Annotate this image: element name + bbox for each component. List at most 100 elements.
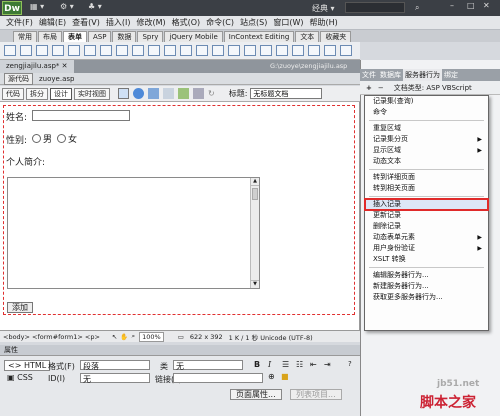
menu-window[interactable]: 窗口(W) bbox=[273, 17, 303, 28]
textarea-icon[interactable] bbox=[52, 45, 64, 56]
remove-behavior-icon[interactable]: − bbox=[378, 84, 384, 92]
check-browser-icon[interactable] bbox=[193, 88, 204, 99]
help-icon[interactable]: ? bbox=[348, 360, 352, 368]
gear-icon[interactable]: ⚙ ▾ bbox=[60, 2, 74, 11]
add-submit-button[interactable]: 添加 bbox=[7, 302, 33, 313]
browser-preview-icon[interactable] bbox=[133, 88, 144, 99]
spry-select-icon[interactable] bbox=[292, 45, 304, 56]
code-view-button[interactable]: 代码 bbox=[2, 87, 24, 100]
intro-textarea[interactable]: ▲ ▼ bbox=[7, 177, 260, 289]
male-radio[interactable] bbox=[32, 134, 41, 143]
radio-icon[interactable] bbox=[100, 45, 112, 56]
live-view-button[interactable]: 实时视图 bbox=[74, 87, 110, 100]
fieldset-icon[interactable] bbox=[228, 45, 240, 56]
tab-common[interactable]: 常用 bbox=[13, 31, 37, 42]
female-radio[interactable] bbox=[57, 134, 66, 143]
ordered-list-icon[interactable]: ☷ bbox=[296, 360, 303, 369]
file-management-icon[interactable] bbox=[148, 88, 159, 99]
hand-tool-icon[interactable]: ✋ bbox=[120, 333, 128, 341]
validate-icon[interactable] bbox=[178, 88, 189, 99]
page-properties-button[interactable]: 页面属性... bbox=[230, 389, 282, 400]
name-input[interactable] bbox=[32, 110, 130, 121]
menu-item[interactable]: 命令 bbox=[365, 107, 488, 118]
spry-validation-icon[interactable] bbox=[244, 45, 256, 56]
scroll-down-icon[interactable]: ▼ bbox=[251, 280, 259, 288]
tab-data[interactable]: 数据 bbox=[112, 31, 137, 42]
close-tab-icon[interactable]: ✕ bbox=[62, 62, 68, 70]
zoom-select[interactable]: 100% bbox=[139, 331, 164, 342]
button-icon[interactable] bbox=[196, 45, 208, 56]
menu-item[interactable]: 动态文本 bbox=[365, 156, 488, 167]
class-select[interactable]: 无 bbox=[173, 360, 243, 371]
maximize-icon[interactable]: □ bbox=[467, 1, 475, 10]
point-to-file-icon[interactable]: ⊕ bbox=[268, 372, 275, 381]
outdent-icon[interactable]: ⇤ bbox=[310, 360, 317, 369]
scroll-thumb[interactable] bbox=[252, 188, 258, 200]
menu-edit[interactable]: 编辑(E) bbox=[39, 17, 66, 28]
indent-icon[interactable]: ⇥ bbox=[324, 360, 331, 369]
format-select[interactable]: 段落 bbox=[80, 360, 150, 371]
menu-item[interactable]: 记录集分页 ▶ bbox=[365, 134, 488, 145]
link-input[interactable] bbox=[173, 373, 263, 383]
refresh-icon[interactable]: ↻ bbox=[208, 89, 215, 98]
design-view-button[interactable]: 设计 bbox=[50, 87, 72, 100]
spry-checkbox-icon[interactable] bbox=[276, 45, 288, 56]
menu-item[interactable]: 新建服务器行为... bbox=[365, 281, 488, 292]
menu-item[interactable]: 编辑服务器行为... bbox=[365, 270, 488, 281]
spry-textarea-icon[interactable] bbox=[260, 45, 272, 56]
checkbox-icon[interactable] bbox=[68, 45, 80, 56]
menu-item[interactable]: 转到详细页面 bbox=[365, 172, 488, 183]
menu-view[interactable]: 查看(V) bbox=[72, 17, 100, 28]
window-size[interactable]: 622 x 392 bbox=[190, 333, 223, 341]
visual-aids-icon[interactable] bbox=[163, 88, 174, 99]
browse-folder-icon[interactable]: ■ bbox=[281, 372, 289, 381]
menu-item-insert-record[interactable]: 插入记录 bbox=[364, 198, 489, 211]
spry-radio-icon[interactable] bbox=[340, 45, 352, 56]
layout-icon[interactable]: ▦ ▾ bbox=[30, 2, 44, 11]
menu-modify[interactable]: 修改(M) bbox=[136, 17, 165, 28]
list-item-button[interactable]: 列表项目... bbox=[290, 389, 342, 400]
radio-group-icon[interactable] bbox=[116, 45, 128, 56]
source-code-button[interactable]: 源代码 bbox=[4, 72, 33, 85]
label-icon[interactable] bbox=[212, 45, 224, 56]
panel-tab-files[interactable]: 文件 bbox=[360, 69, 378, 81]
bold-button[interactable]: B bbox=[254, 360, 260, 369]
menu-site[interactable]: 站点(S) bbox=[240, 17, 267, 28]
site-icon[interactable]: ♣ ▾ bbox=[88, 2, 102, 11]
minimize-icon[interactable]: – bbox=[450, 1, 454, 10]
form-icon[interactable] bbox=[4, 45, 16, 56]
file-field-icon[interactable] bbox=[180, 45, 192, 56]
tab-forms[interactable]: 表单 bbox=[63, 31, 87, 42]
tab-spry[interactable]: Spry bbox=[137, 31, 164, 42]
close-icon[interactable]: ✕ bbox=[483, 1, 490, 10]
tag-selector[interactable]: <body> <form#form1> <p> bbox=[3, 333, 100, 341]
menu-item[interactable]: 动态表单元素 ▶ bbox=[365, 232, 488, 243]
menu-item[interactable]: 转到相关页面 bbox=[365, 183, 488, 194]
multiscreen-icon[interactable] bbox=[118, 88, 129, 99]
menu-item[interactable]: 用户身份验证 ▶ bbox=[365, 243, 488, 254]
menu-file[interactable]: 文件(F) bbox=[6, 17, 33, 28]
id-select[interactable]: 无 bbox=[80, 373, 150, 384]
properties-header[interactable]: 属性 bbox=[0, 345, 360, 355]
tab-text[interactable]: 文本 bbox=[295, 31, 320, 42]
panel-tab-bindings[interactable]: 绑定 bbox=[442, 69, 460, 81]
checkbox-group-icon[interactable] bbox=[84, 45, 96, 56]
related-file-link[interactable]: zuoye.asp bbox=[39, 75, 74, 83]
menu-item[interactable]: 记录集(查询) bbox=[365, 96, 488, 107]
panel-tab-server-behaviors[interactable]: 服务器行为 bbox=[403, 69, 442, 81]
text-field-icon[interactable] bbox=[20, 45, 32, 56]
css-mode-button[interactable]: ▣ CSS bbox=[4, 373, 36, 382]
unordered-list-icon[interactable]: ☰ bbox=[282, 360, 289, 369]
document-tab[interactable]: zengjiajilu.asp* ✕ bbox=[0, 60, 74, 73]
search-icon[interactable]: ⌕ bbox=[415, 3, 419, 13]
select-tool-icon[interactable]: ↖ bbox=[112, 333, 117, 341]
menu-item[interactable]: XSLT 转换 bbox=[365, 254, 488, 265]
image-field-icon[interactable] bbox=[164, 45, 176, 56]
tab-favorites[interactable]: 收藏夹 bbox=[320, 31, 352, 42]
tab-asp[interactable]: ASP bbox=[88, 31, 112, 42]
tab-jquery-mobile[interactable]: jQuery Mobile bbox=[164, 31, 223, 42]
search-field[interactable] bbox=[345, 2, 405, 13]
menu-help[interactable]: 帮助(H) bbox=[309, 17, 337, 28]
menu-item[interactable]: 显示区域 ▶ bbox=[365, 145, 488, 156]
menu-item[interactable]: 重复区域 bbox=[365, 123, 488, 134]
